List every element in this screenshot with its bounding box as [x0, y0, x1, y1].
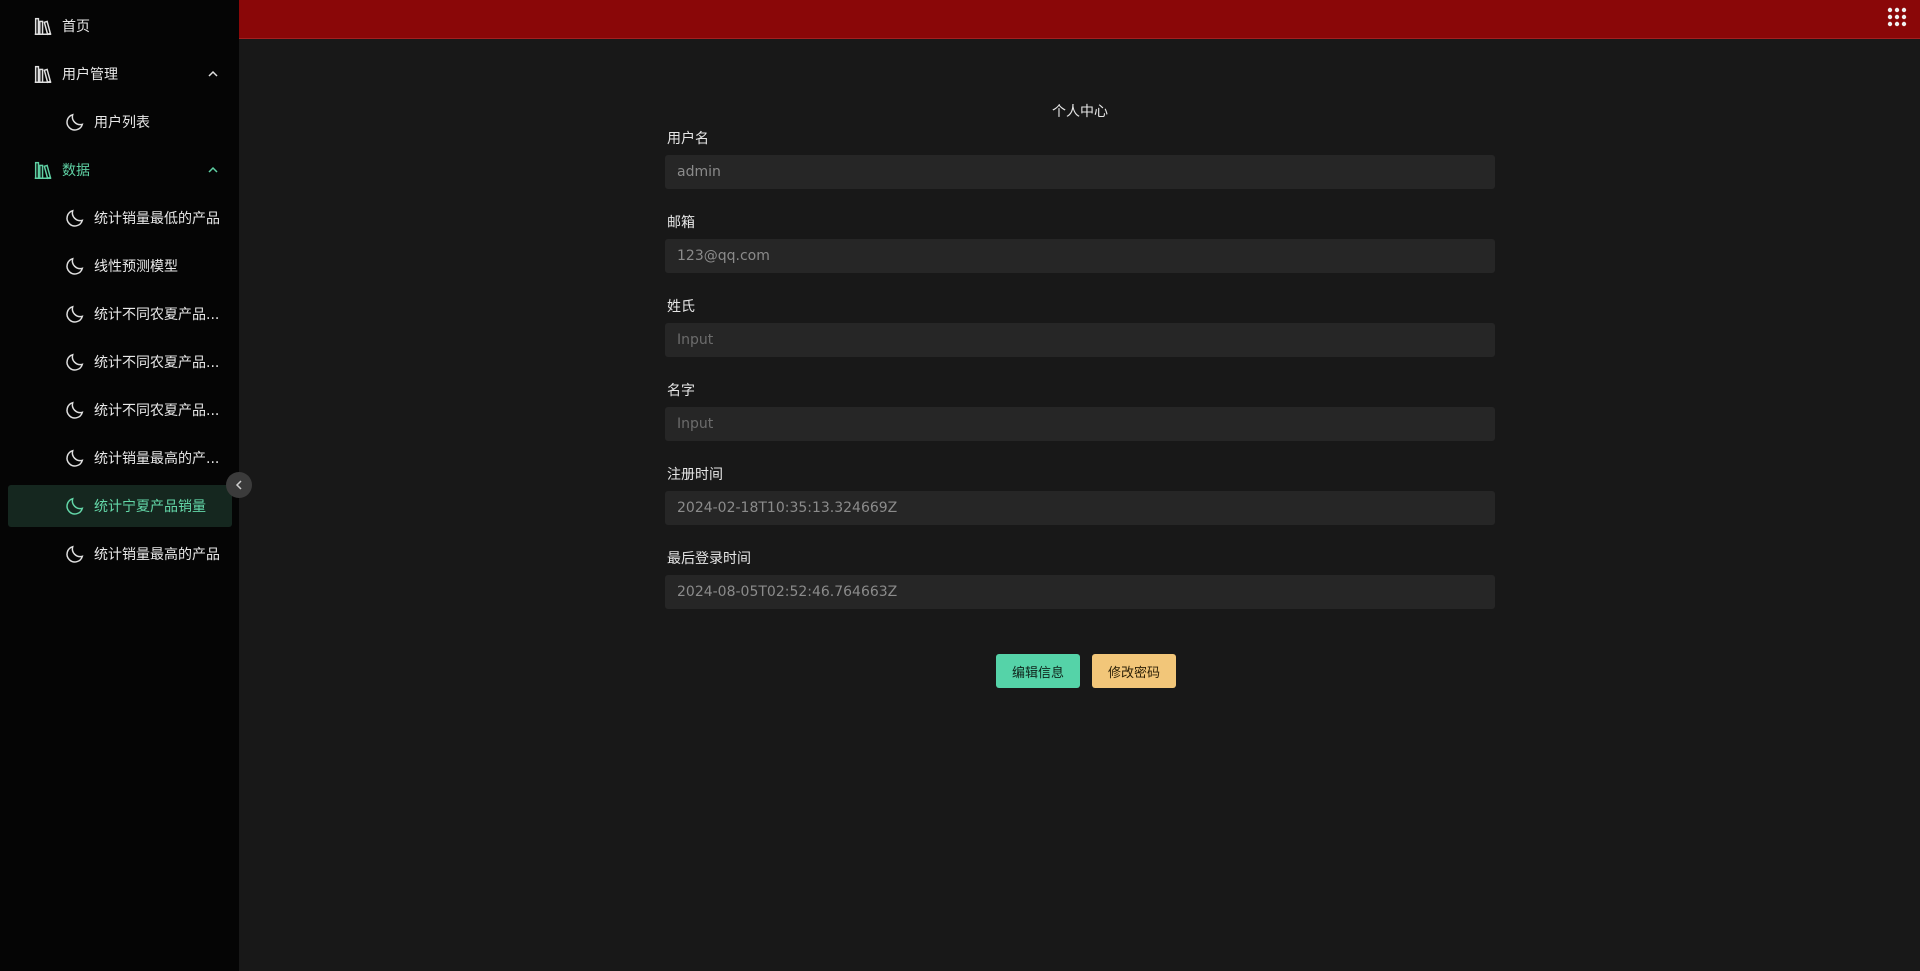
sidebar-item-ningxia-sales[interactable]: 统计宁夏产品销量 [8, 485, 232, 527]
username-field[interactable] [665, 155, 1495, 189]
moon-icon [64, 543, 86, 565]
moon-icon [64, 207, 86, 229]
moon-icon [64, 447, 86, 469]
registration-time-field[interactable] [665, 491, 1495, 525]
last-name-field[interactable] [665, 323, 1495, 357]
page-title: 个人中心 [1052, 104, 1108, 120]
sidebar-item-highest-sales-truncated[interactable]: 统计销量最高的产... [8, 437, 232, 479]
chevron-up-icon [206, 163, 220, 177]
sidebar-item-lowest-sales[interactable]: 统计销量最低的产品 [8, 197, 232, 239]
email-field[interactable] [665, 239, 1495, 273]
chevron-up-icon [206, 67, 220, 81]
first-name-label: 名字 [667, 383, 695, 399]
last-name-label: 姓氏 [667, 299, 695, 315]
moon-icon [64, 303, 86, 325]
sidebar-item-stats-1[interactable]: 统计不同农夏产品... [8, 293, 232, 335]
app-root: 首页 用户管理 用户列表 数据 统计销量最低的产品 线性预测模型 统计不同农夏产… [0, 0, 1920, 971]
chevron-left-icon [232, 478, 246, 492]
edit-info-button[interactable]: 编辑信息 [996, 654, 1080, 688]
sidebar-collapse-button[interactable] [226, 472, 252, 498]
sidebar-item-highest-sales[interactable]: 统计销量最高的产品 [8, 533, 232, 575]
sidebar-item-label: 统计不同农夏产品... [94, 403, 220, 419]
sidebar-item-label: 统计销量最低的产品 [94, 211, 220, 227]
sidebar-item-label: 统计宁夏产品销量 [94, 499, 206, 515]
sidebar: 首页 用户管理 用户列表 数据 统计销量最低的产品 线性预测模型 统计不同农夏产… [0, 0, 239, 971]
sidebar-item-stats-2[interactable]: 统计不同农夏产品... [8, 341, 232, 383]
sidebar-item-user-list[interactable]: 用户列表 [8, 101, 232, 143]
sidebar-item-label: 数据 [62, 163, 90, 179]
username-label: 用户名 [667, 131, 709, 147]
moon-icon [64, 255, 86, 277]
sidebar-item-label: 线性预测模型 [94, 259, 178, 275]
moon-icon [64, 351, 86, 373]
change-password-button[interactable]: 修改密码 [1092, 654, 1176, 688]
last-login-field[interactable] [665, 575, 1495, 609]
moon-icon [64, 111, 86, 133]
library-icon [32, 63, 54, 85]
moon-icon [64, 495, 86, 517]
sidebar-item-label: 统计不同农夏产品... [94, 307, 220, 323]
sidebar-item-label: 统计销量最高的产品 [94, 547, 220, 563]
sidebar-item-data[interactable]: 数据 [8, 149, 232, 191]
sidebar-item-linear-model[interactable]: 线性预测模型 [8, 245, 232, 287]
library-icon [32, 159, 54, 181]
library-icon [32, 15, 54, 37]
sidebar-item-label: 用户管理 [62, 67, 118, 83]
moon-icon [64, 399, 86, 421]
sidebar-item-stats-3[interactable]: 统计不同农夏产品... [8, 389, 232, 431]
first-name-field[interactable] [665, 407, 1495, 441]
sidebar-item-label: 统计销量最高的产... [94, 451, 220, 467]
top-bar [239, 0, 1920, 39]
last-login-label: 最后登录时间 [667, 551, 751, 567]
email-label: 邮箱 [667, 215, 695, 231]
sidebar-item-label: 首页 [62, 19, 90, 35]
registration-time-label: 注册时间 [667, 467, 723, 483]
sidebar-item-label: 统计不同农夏产品... [94, 355, 220, 371]
apps-grid-icon[interactable] [1886, 6, 1908, 28]
sidebar-item-user-management[interactable]: 用户管理 [8, 53, 232, 95]
sidebar-item-home[interactable]: 首页 [8, 5, 232, 47]
sidebar-item-label: 用户列表 [94, 115, 150, 131]
